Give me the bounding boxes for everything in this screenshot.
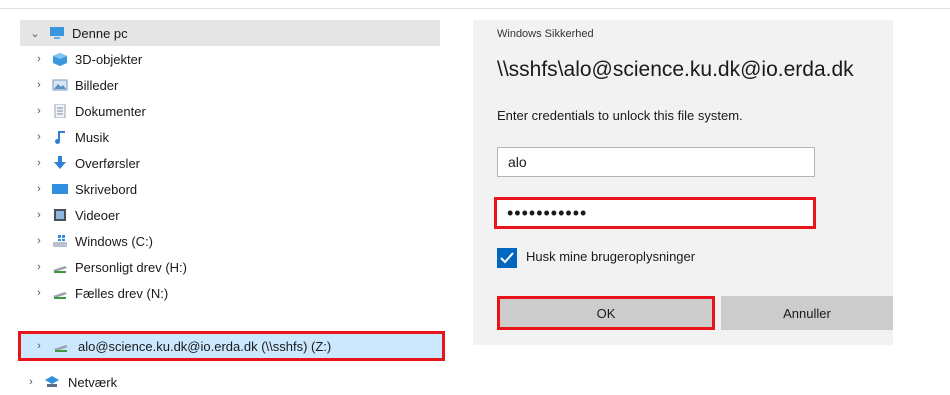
tree-item-musik[interactable]: › Musik — [0, 124, 445, 150]
chevron-right-icon[interactable]: › — [34, 53, 44, 65]
tree-item-label: Personligt drev (H:) — [75, 259, 187, 275]
tree-item-billeder[interactable]: › Billeder — [0, 72, 445, 98]
network-icon — [45, 376, 59, 387]
tree-item-label: Musik — [75, 129, 109, 145]
tree-item-videoer[interactable]: › Videoer — [0, 202, 445, 228]
tree-item-label: Netværk — [68, 374, 118, 390]
downloads-icon — [54, 156, 66, 169]
chevron-right-icon[interactable]: › — [34, 340, 44, 352]
documents-icon — [54, 104, 66, 118]
chevron-right-icon[interactable]: › — [34, 183, 44, 195]
chevron-right-icon[interactable]: › — [34, 79, 44, 91]
top-divider — [0, 8, 950, 9]
pictures-icon — [52, 79, 68, 91]
videos-icon — [54, 209, 66, 221]
tree-item-sshfs-drive[interactable]: › alo@science.ku.dk@io.erda.dk (\\sshfs)… — [18, 331, 445, 361]
ok-button[interactable]: OK — [497, 296, 715, 330]
chevron-right-icon[interactable]: › — [26, 376, 36, 388]
tree-item-label: Denne pc — [72, 25, 128, 41]
music-icon — [55, 131, 65, 144]
chevron-right-icon[interactable]: › — [34, 235, 44, 247]
chevron-right-icon[interactable]: › — [34, 131, 44, 143]
3d-objects-icon — [53, 53, 67, 66]
tree-item-label: alo@science.ku.dk@io.erda.dk (\\sshfs) (… — [78, 338, 332, 354]
password-field[interactable]: ••••••••••• — [494, 197, 816, 229]
chevron-right-icon[interactable]: › — [34, 157, 44, 169]
tree-item-faelles-drev[interactable]: › Fælles drev (N:) — [0, 280, 445, 306]
windows-drive-icon — [53, 235, 67, 247]
checkmark-icon — [500, 252, 514, 264]
tree-item-label: 3D-objekter — [75, 51, 143, 67]
tree-item-windows-c[interactable]: › Windows (C:) — [0, 228, 445, 254]
chevron-right-icon[interactable]: › — [34, 105, 44, 117]
tree-item-3d-objekter[interactable]: › 3D-objekter — [0, 46, 445, 72]
tree-item-label: Fælles drev (N:) — [75, 285, 169, 301]
tree-item-label: Skrivebord — [75, 181, 138, 197]
desktop-icon — [52, 184, 68, 194]
network-drive-icon — [54, 345, 68, 352]
tree-item-denne-pc[interactable]: ⌄ Denne pc — [20, 20, 440, 46]
tree-item-label: Billeder — [75, 77, 119, 93]
tree-item-netvaerk[interactable]: › Netværk — [0, 369, 445, 395]
dialog-caption: Windows Sikkerhed — [497, 28, 594, 40]
dialog-title: \\sshfs\alo@science.ku.dk@io.erda.dk — [497, 58, 854, 81]
tree-item-dokumenter[interactable]: › Dokumenter — [0, 98, 445, 124]
tree-item-label: Overførsler — [75, 155, 140, 171]
network-drive-icon — [53, 266, 67, 273]
chevron-right-icon[interactable]: › — [34, 261, 44, 273]
remember-label: Husk mine brugeroplysninger — [526, 249, 696, 264]
tree-item-label: Videoer — [75, 207, 120, 223]
username-field[interactable]: alo — [497, 147, 815, 177]
chevron-down-icon[interactable]: ⌄ — [30, 27, 40, 40]
tree-item-label: Windows (C:) — [75, 233, 154, 249]
chevron-right-icon[interactable]: › — [34, 287, 44, 299]
chevron-right-icon[interactable]: › — [34, 209, 44, 221]
remember-checkbox[interactable] — [497, 248, 517, 268]
tree-item-skrivebord[interactable]: › Skrivebord — [0, 176, 445, 202]
tree-item-overforsler[interactable]: › Overførsler — [0, 150, 445, 176]
tree-item-personligt-drev[interactable]: › Personligt drev (H:) — [0, 254, 445, 280]
cancel-button[interactable]: Annuller — [721, 296, 893, 330]
pc-icon — [50, 27, 64, 39]
tree-item-label: Dokumenter — [75, 103, 146, 119]
network-drive-icon — [53, 292, 67, 299]
credentials-dialog: Windows Sikkerhed \\sshfs\alo@science.ku… — [473, 20, 893, 345]
dialog-message: Enter credentials to unlock this file sy… — [497, 108, 743, 123]
